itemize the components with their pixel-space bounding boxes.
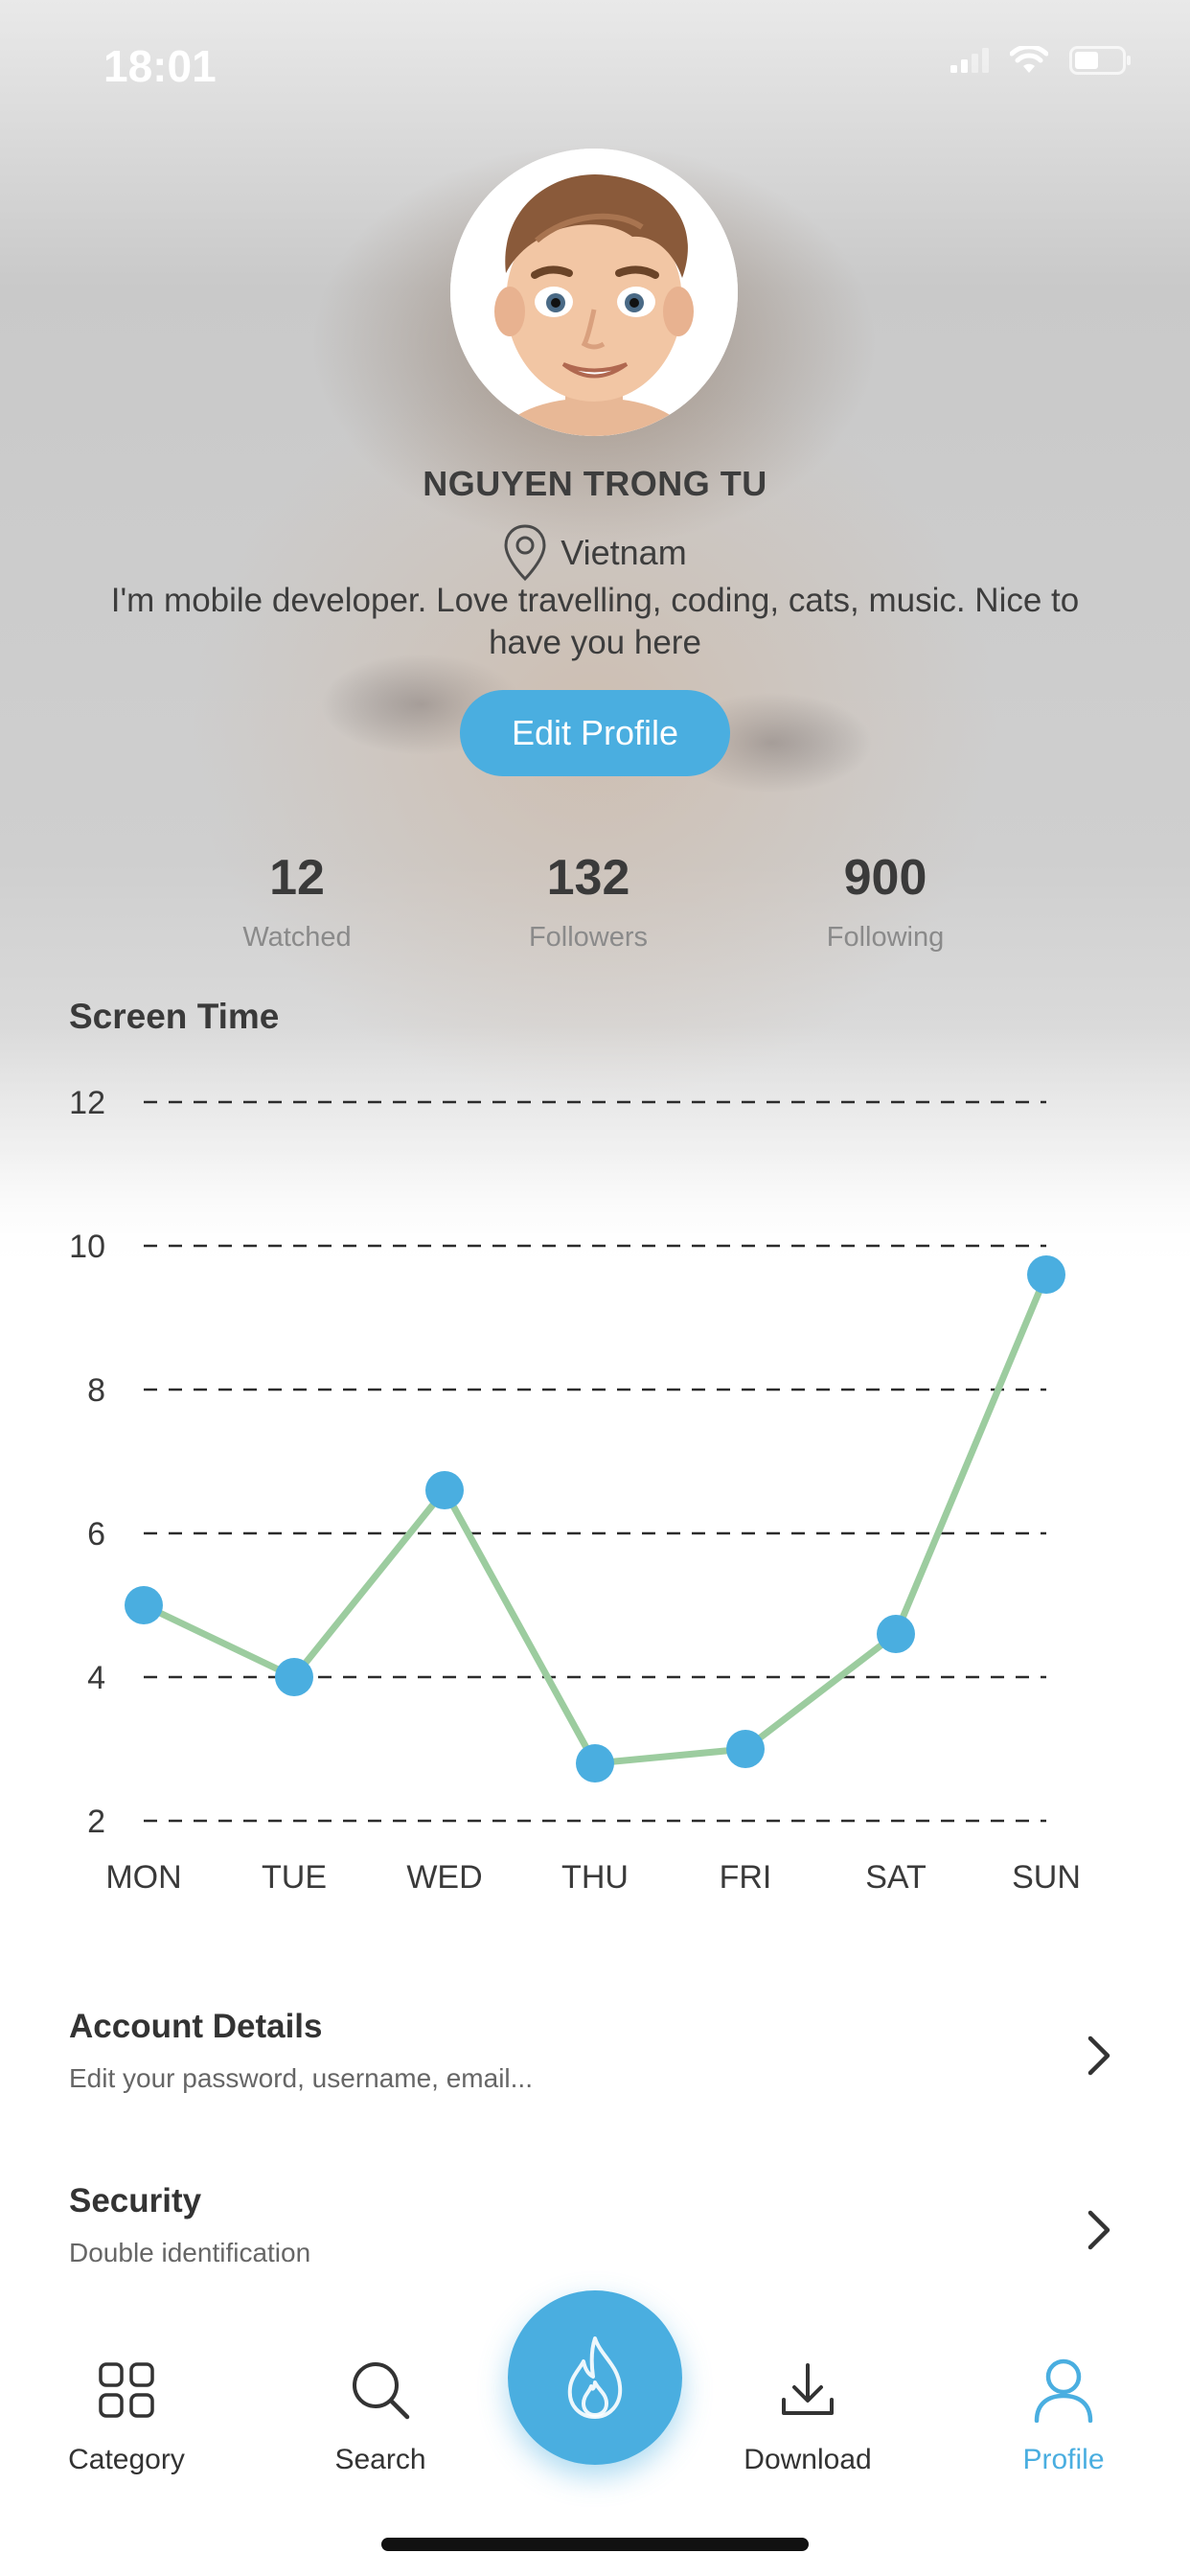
location-label: Vietnam [561, 533, 687, 572]
battery-icon [1069, 46, 1131, 75]
profile-bio: I'm mobile developer. Love travelling, c… [110, 582, 1080, 661]
tab-download[interactable]: Download [712, 2358, 904, 2476]
status-icons [950, 46, 1133, 75]
stat-value: 132 [546, 850, 630, 906]
stat-value: 900 [843, 850, 927, 906]
wifi-icon [1010, 46, 1048, 73]
tab-search[interactable]: Search [285, 2358, 476, 2476]
avatar[interactable] [450, 149, 738, 436]
person-icon [1034, 2358, 1093, 2423]
security-row[interactable]: Security Double identification [69, 2182, 1123, 2297]
profile-location: Vietnam [0, 523, 1190, 583]
data-point [425, 1471, 464, 1509]
security-title: Security [69, 2182, 202, 2220]
account-details-title: Account Details [69, 2008, 323, 2045]
home-indicator [381, 2538, 809, 2551]
status-bar: 18:01 [0, 0, 1190, 125]
flame-icon [567, 2336, 623, 2419]
grid-icon [99, 2362, 154, 2418]
data-point [576, 1744, 614, 1782]
stat-following[interactable]: 900 Following [761, 849, 1010, 954]
y-tick-label: 8 [87, 1372, 105, 1409]
data-point [726, 1730, 765, 1768]
y-tick-label: 12 [69, 1085, 105, 1121]
tab-label: Search [334, 2444, 426, 2475]
tab-category[interactable]: Category [31, 2358, 222, 2476]
account-details-subtitle: Edit your password, username, email... [69, 2063, 533, 2093]
tab-label: Download [744, 2444, 872, 2475]
x-tick-label: SUN [1012, 1859, 1081, 1896]
memoji-avatar-icon [450, 149, 738, 436]
data-point [1027, 1255, 1065, 1294]
account-details-row[interactable]: Account Details Edit your password, user… [69, 2008, 1123, 2123]
screen-time-title: Screen Time [69, 997, 280, 1036]
chevron-right-icon [1087, 2036, 1110, 2076]
signal-icon [950, 48, 989, 73]
screen-time-chart: 2 4 6 8 10 12 MON TUE WED THU FRI SAT SUN [69, 1085, 1081, 1896]
data-point [275, 1658, 313, 1696]
x-tick-label: MON [105, 1859, 181, 1896]
search-icon [353, 2362, 410, 2420]
y-tick-label: 10 [69, 1229, 105, 1265]
stat-value: 12 [269, 850, 325, 906]
series-line [140, 1271, 1050, 1767]
data-point [125, 1586, 163, 1624]
security-subtitle: Double identification [69, 2238, 311, 2267]
y-tick-label: 6 [87, 1516, 105, 1552]
download-icon [782, 2363, 834, 2415]
stat-followers[interactable]: 132 Followers [464, 849, 713, 954]
stat-label: Watched [242, 922, 352, 953]
x-tick-label: FRI [720, 1859, 772, 1896]
tab-label: Profile [1022, 2444, 1105, 2475]
data-point [877, 1615, 915, 1653]
x-tick-label: WED [406, 1859, 482, 1896]
y-tick-label: 2 [87, 1804, 105, 1840]
edit-profile-button[interactable]: Edit Profile [460, 690, 730, 776]
tab-profile[interactable]: Profile [968, 2358, 1159, 2476]
x-tick-label: TUE [262, 1859, 327, 1896]
stat-label: Followers [528, 922, 649, 953]
y-tick-label: 4 [87, 1660, 105, 1696]
x-tick-label: SAT [865, 1859, 927, 1896]
stat-watched[interactable]: 12 Watched [172, 849, 422, 954]
chevron-right-icon [1087, 2210, 1110, 2250]
tab-label: Category [68, 2444, 185, 2475]
trending-fab-button[interactable] [508, 2290, 682, 2465]
profile-name: NGUYEN TRONG TU [423, 464, 767, 503]
status-time: 18:01 [103, 41, 217, 91]
stat-label: Following [826, 922, 945, 953]
location-pin-icon [504, 524, 546, 582]
x-tick-label: THU [561, 1859, 629, 1896]
